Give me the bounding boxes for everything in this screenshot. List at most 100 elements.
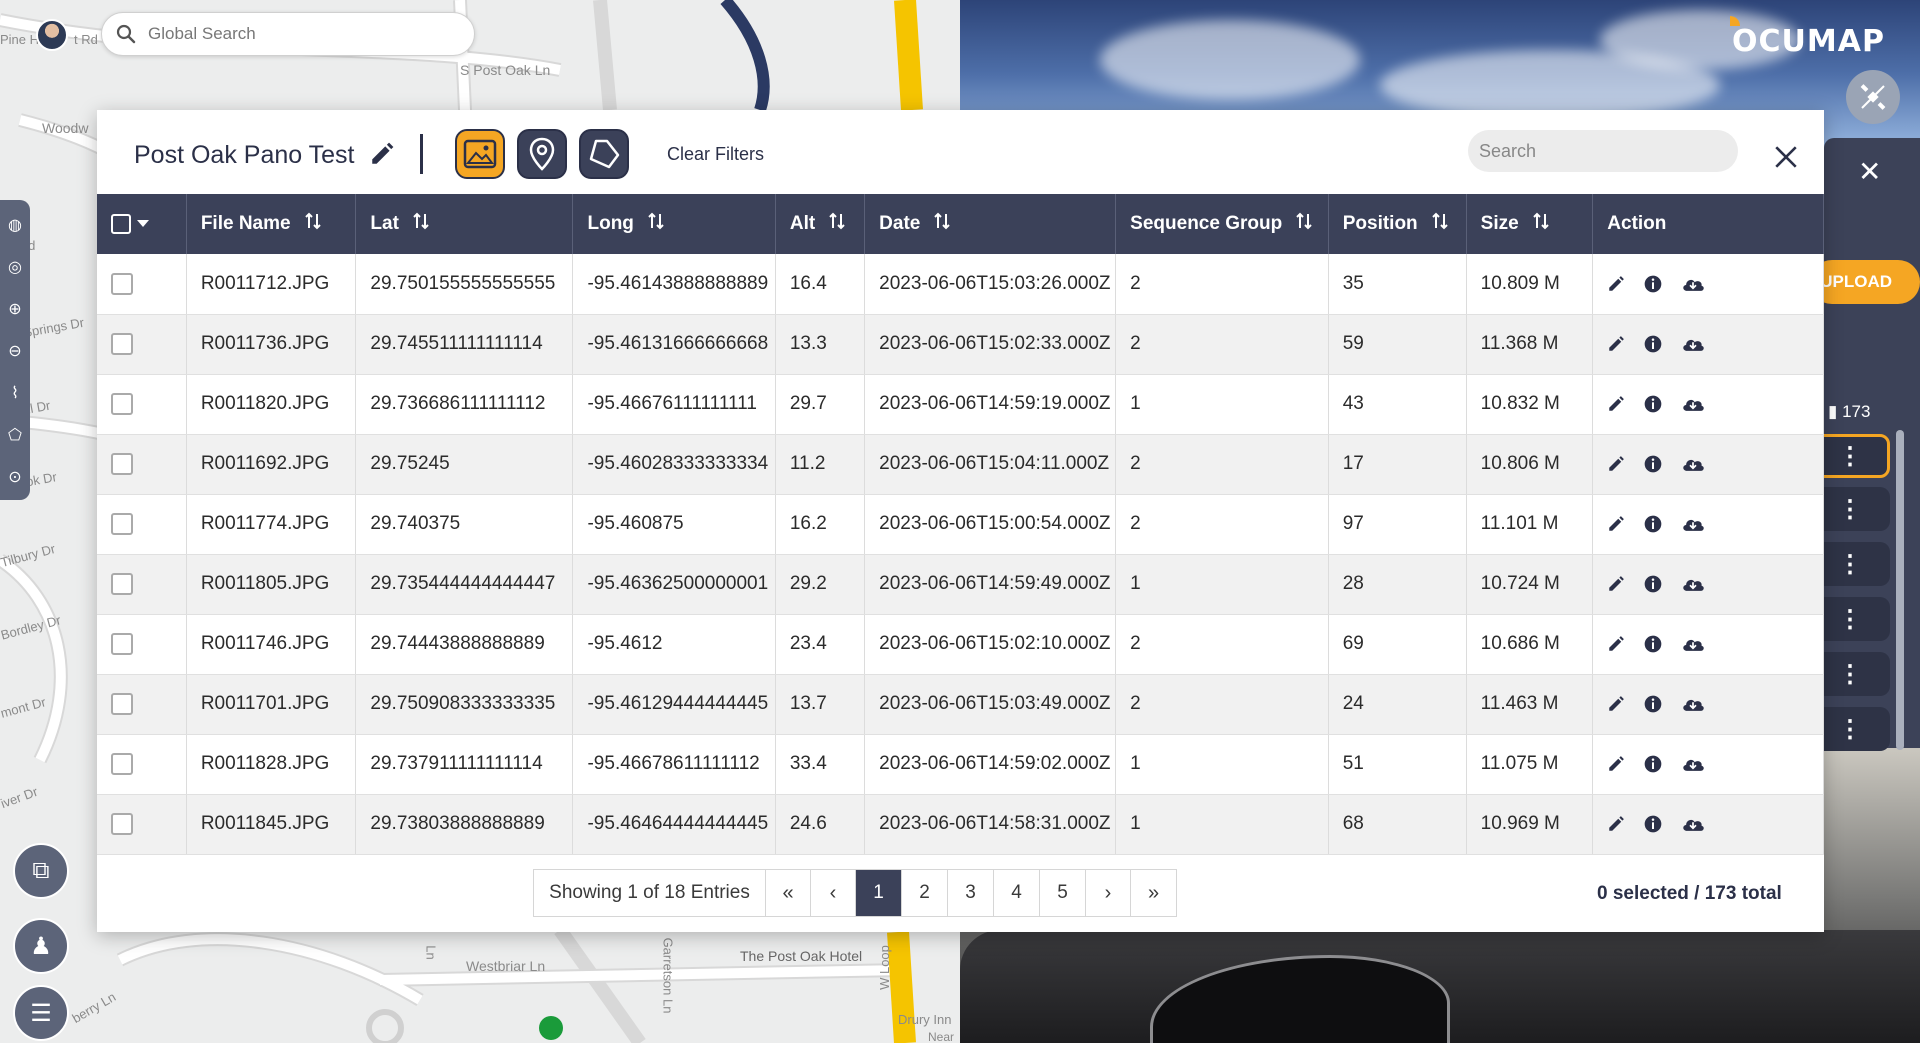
row-checkbox[interactable] — [111, 632, 133, 655]
column-header-lat[interactable]: Lat — [355, 194, 574, 254]
images-filter-button[interactable] — [455, 129, 505, 179]
row-select-cell[interactable] — [97, 734, 187, 795]
edit-icon[interactable] — [1607, 575, 1625, 593]
table-row[interactable]: R0011845.JPG 29.73803888888889 -95.4646444… — [97, 794, 1824, 855]
first-page-button[interactable]: « — [766, 870, 811, 916]
globe-icon[interactable]: ◍ — [8, 212, 22, 240]
clear-filters-button[interactable]: Clear Filters — [667, 144, 764, 165]
row-checkbox[interactable] — [111, 452, 133, 475]
sort-icon[interactable] — [1531, 211, 1551, 237]
row-checkbox[interactable] — [111, 332, 133, 355]
previous-page-button[interactable]: ‹ — [811, 870, 856, 916]
row-select-cell[interactable] — [97, 674, 187, 735]
table-row[interactable]: R0011774.JPG 29.740375 -95.460875 16.2 2023-… — [97, 494, 1824, 555]
info-icon[interactable] — [1643, 754, 1663, 774]
info-icon[interactable] — [1643, 694, 1663, 714]
sort-icon[interactable] — [303, 211, 323, 237]
compass-icon[interactable]: ◎ — [8, 254, 22, 282]
select-all-header[interactable] — [97, 194, 187, 254]
column-header-date[interactable]: Date — [864, 194, 1117, 254]
page-button-1[interactable]: 1 — [856, 870, 902, 916]
cloud-download-icon[interactable] — [1681, 694, 1705, 714]
row-select-cell[interactable] — [97, 314, 187, 375]
row-checkbox[interactable] — [111, 752, 133, 775]
edit-icon[interactable] — [1607, 755, 1625, 773]
points-filter-button[interactable] — [517, 129, 567, 179]
table-row[interactable]: R0011820.JPG 29.736686111111112 -95.466761… — [97, 374, 1824, 435]
row-select-cell[interactable] — [97, 494, 187, 555]
column-header-size[interactable]: Size — [1466, 194, 1594, 254]
cloud-download-icon[interactable] — [1681, 274, 1705, 294]
row-select-cell[interactable] — [97, 794, 187, 855]
info-icon[interactable] — [1643, 334, 1663, 354]
table-row[interactable]: R0011746.JPG 29.74443888888889 -95.4612 23.… — [97, 614, 1824, 675]
row-select-cell[interactable] — [97, 254, 187, 315]
row-select-cell[interactable] — [97, 614, 187, 675]
info-icon[interactable] — [1643, 274, 1663, 294]
cloud-download-icon[interactable] — [1681, 634, 1705, 654]
row-select-cell[interactable] — [97, 374, 187, 435]
table-row[interactable]: R0011692.JPG 29.75245 -95.46028333333334 11… — [97, 434, 1824, 495]
next-page-button[interactable]: › — [1086, 870, 1131, 916]
cloud-download-icon[interactable] — [1681, 394, 1705, 414]
sort-icon[interactable] — [1294, 211, 1314, 237]
measure-area-icon[interactable]: ⬠ — [8, 422, 22, 450]
page-button-2[interactable]: 2 — [902, 870, 948, 916]
sort-icon[interactable] — [411, 211, 431, 237]
edit-title-icon[interactable] — [369, 141, 395, 167]
upload-button[interactable]: UPLOAD — [1810, 260, 1920, 304]
edit-icon[interactable] — [1607, 635, 1625, 653]
sort-icon[interactable] — [1430, 211, 1450, 237]
row-checkbox[interactable] — [111, 512, 133, 535]
satellite-toggle-button[interactable] — [1846, 70, 1900, 124]
row-checkbox[interactable] — [111, 392, 133, 415]
global-search-bar[interactable] — [101, 12, 475, 56]
measure-line-icon[interactable]: ⌇ — [11, 380, 19, 408]
user-avatar[interactable] — [36, 19, 68, 51]
chevron-down-icon[interactable] — [137, 220, 149, 228]
sort-icon[interactable] — [646, 211, 666, 237]
column-header-long[interactable]: Long — [572, 194, 776, 254]
row-checkbox[interactable] — [111, 572, 133, 595]
zoom-out-icon[interactable]: ⊖ — [8, 338, 21, 366]
info-icon[interactable] — [1643, 454, 1663, 474]
location-pin-icon[interactable]: ⊙ — [8, 464, 21, 492]
close-icon[interactable] — [1773, 144, 1799, 170]
column-header-file-name[interactable]: File Name — [186, 194, 357, 254]
sort-icon[interactable] — [827, 211, 847, 237]
areas-filter-button[interactable] — [579, 129, 629, 179]
table-row[interactable]: R0011736.JPG 29.745511111111114 -95.461316… — [97, 314, 1824, 375]
table-row[interactable]: R0011805.JPG 29.735444444444447 -95.463625… — [97, 554, 1824, 615]
edit-icon[interactable] — [1607, 275, 1625, 293]
row-select-cell[interactable] — [97, 434, 187, 495]
edit-icon[interactable] — [1607, 335, 1625, 353]
info-icon[interactable] — [1643, 814, 1663, 834]
row-checkbox[interactable] — [111, 692, 133, 715]
global-search-input[interactable] — [148, 24, 448, 44]
row-select-cell[interactable] — [97, 554, 187, 615]
table-row[interactable]: R0011828.JPG 29.737911111111114 -95.466786… — [97, 734, 1824, 795]
page-button-4[interactable]: 4 — [994, 870, 1040, 916]
page-button-3[interactable]: 3 — [948, 870, 994, 916]
row-checkbox[interactable] — [111, 812, 133, 835]
street-view-button[interactable]: ♟ — [13, 918, 69, 974]
page-button-5[interactable]: 5 — [1040, 870, 1086, 916]
info-icon[interactable] — [1643, 394, 1663, 414]
column-header-alt[interactable]: Alt — [775, 194, 866, 254]
sort-icon[interactable] — [932, 211, 952, 237]
edit-icon[interactable] — [1607, 815, 1625, 833]
table-search-input[interactable] — [1468, 130, 1738, 172]
row-checkbox[interactable] — [111, 272, 133, 295]
layers-button[interactable]: ☰ — [13, 985, 69, 1041]
panel-close-icon[interactable]: ✕ — [1858, 155, 1881, 188]
zoom-in-icon[interactable]: ⊕ — [8, 296, 21, 324]
cloud-download-icon[interactable] — [1681, 334, 1705, 354]
select-all-checkbox[interactable] — [111, 213, 131, 234]
last-page-button[interactable]: » — [1131, 870, 1176, 916]
info-icon[interactable] — [1643, 634, 1663, 654]
layers-switch-button[interactable]: ⧉ — [13, 843, 69, 899]
cloud-download-icon[interactable] — [1681, 814, 1705, 834]
column-header-position[interactable]: Position — [1328, 194, 1467, 254]
edit-icon[interactable] — [1607, 455, 1625, 473]
info-icon[interactable] — [1643, 574, 1663, 594]
